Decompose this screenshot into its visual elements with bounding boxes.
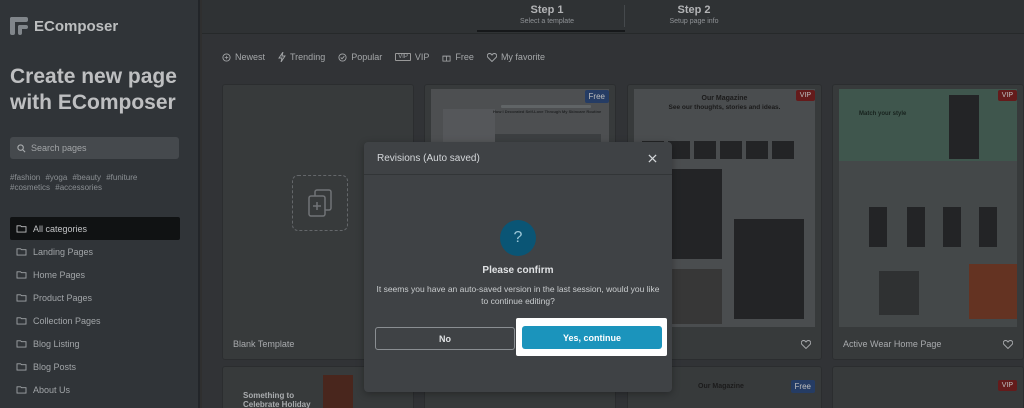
close-icon [647,153,657,163]
modal-header: Revisions (Auto saved) [364,142,672,175]
modal-title: Revisions (Auto saved) [377,152,480,164]
yes-continue-button[interactable]: Yes, continue [522,326,662,349]
revisions-modal: Revisions (Auto saved) ? Please confirm … [364,142,672,392]
question-mark-icon: ? [500,220,536,256]
confirm-title: Please confirm [482,265,554,276]
close-button[interactable] [645,151,659,165]
confirm-message: It seems you have an auto-saved version … [376,284,660,306]
no-button[interactable]: No [375,327,515,350]
highlight-frame: Yes, continue [516,318,667,356]
